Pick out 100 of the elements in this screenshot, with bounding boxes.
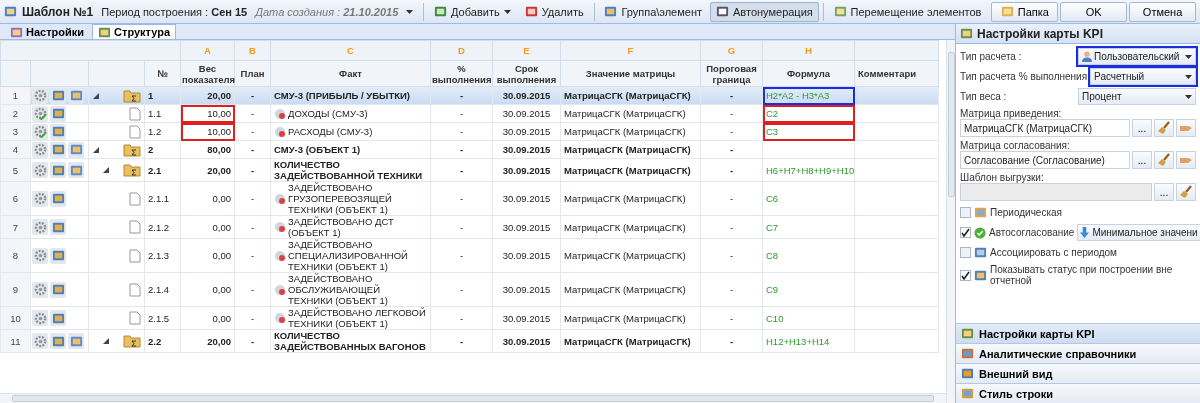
accordion-header[interactable]: Аналитические справочники <box>956 343 1200 363</box>
settings-button[interactable] <box>32 162 48 178</box>
toolbar-button[interactable]: Добавить <box>428 1 517 22</box>
settings-button[interactable] <box>32 247 48 264</box>
toolbar-button[interactable]: Перемещение элементов <box>827 1 988 22</box>
fact-cell: ЗАДЕЙСТВОВАНО ЛЕГКОВОЙ ТЕХНИКИ (ОБЪЕКТ 1) <box>288 307 427 329</box>
table-row[interactable]: 11 2.2 20,00 - КОЛИЧЕСТВО ЗАДЕЙСТВОВАННЫХ ВАГОНОВ - 30.09.2015 МатрицаСГК (МатрицаСГК) - H12+H13+H14 <box>0 329 939 353</box>
matrix-cell: МатрицаСГК (МатрицаСГК) <box>560 104 701 123</box>
settings-button[interactable] <box>32 123 48 140</box>
formula-cell: H6+H7+H8+H9+H10 <box>762 158 855 182</box>
field-label: Тип расчета : <box>960 51 1022 62</box>
toolbar-button[interactable]: Группа\элемент <box>598 1 709 22</box>
fact-cell-text: ЗАДЕЙСТВОВАНО ОБСЛУЖИВАЮЩЕЙ ТЕХНИКИ (ОБЪЕКТ 1) <box>288 273 389 306</box>
checkbox[interactable] <box>960 227 971 238</box>
settings-button[interactable] <box>32 105 48 122</box>
percent-cell: - <box>430 329 493 353</box>
clear-button[interactable] <box>1154 119 1174 137</box>
row-number: 7 <box>0 215 31 239</box>
panel-title: Настройки карты KPI <box>977 26 1103 41</box>
due-date-cell: 30.09.2015 <box>492 122 561 141</box>
due-date-cell: 30.09.2015 <box>492 158 561 182</box>
input-field[interactable]: Согласование (Согласование) <box>960 151 1130 169</box>
browse-button[interactable]: ... <box>1132 151 1152 169</box>
action-button[interactable]: OK <box>1060 1 1128 22</box>
plan-cell: - <box>234 272 271 307</box>
threshold-cell: - <box>700 215 763 239</box>
gear-icon <box>33 192 47 205</box>
matrix-cell: МатрицаСГК (МатрицаСГК) <box>560 122 701 141</box>
option-label: Автосогласование <box>989 227 1075 238</box>
column-header[interactable]: Значение матрицы <box>560 60 701 87</box>
gear-icon <box>33 220 47 234</box>
expand-arrow-icon[interactable] <box>92 145 100 154</box>
table-row[interactable]: 7 2.1.2 0,00 - ЗАДЕЙСТВОВАНО ДСТ (ОБЪЕКТ 1) - 30.09.2015 МатрицаСГК (МатрицаСГК) - C7 <box>0 215 939 239</box>
threshold-cell: - <box>700 329 763 353</box>
toolbar-button[interactable]: Удалить <box>518 1 590 22</box>
fact-cell: ДОХОДЫ (СМУ-3) <box>288 108 368 119</box>
select-field[interactable]: Процент <box>1078 88 1196 105</box>
settings-button[interactable] <box>32 141 48 158</box>
toolbar-button[interactable]: Автонумерация <box>710 1 819 22</box>
check-circle-icon <box>974 226 986 239</box>
action-button[interactable]: Папка <box>991 1 1059 22</box>
settings-button[interactable] <box>32 310 48 326</box>
matrix-cell: МатрицаСГК (МатрицаСГК) <box>560 86 701 105</box>
table-row[interactable]: 5 2.1 20,00 - КОЛИЧЕСТВО ЗАДЕЙСТВОВАННОЙ ТЕХНИКИ - 30.09.2015 МатрицаСГК (МатрицаСГК) - H6+H7+H8+H9+H10 <box>0 158 939 182</box>
matrix-cell: МатрицаСГК (МатрицаСГК) <box>560 158 701 182</box>
percent-cell: - <box>430 272 493 307</box>
number-cell: 1 <box>144 86 181 105</box>
table-row[interactable]: 6 2.1.1 0,00 - ЗАДЕЙСТВОВАНО ГРУЗОПЕРЕВОЗЯЩЕЙ ТЕХНИКИ (ОБЪЕКТ 1) - 30.09.2015 МатрицаСГК (МатрицаСГК) - C6 <box>0 181 939 216</box>
settings-button[interactable] <box>32 219 48 235</box>
indicator-icon <box>274 283 286 296</box>
expand-arrow-icon[interactable] <box>102 166 110 174</box>
plan-cell: - <box>234 329 271 353</box>
weight-cell: 0,00 <box>180 272 235 307</box>
column-letter: A <box>204 45 211 56</box>
expand-arrow-icon[interactable] <box>102 337 110 345</box>
select-field[interactable]: Пользовательский <box>1078 48 1196 65</box>
table-row[interactable]: 10 2.1.5 0,00 - ЗАДЕЙСТВОВАНО ЛЕГКОВОЙ ТЕХНИКИ (ОБЪЕКТ 1) - 30.09.2015 МатрицаСГК (МатрицаСГК) - C10 <box>0 306 939 330</box>
action-button[interactable]: Отмена <box>1129 1 1196 22</box>
number-cell: 2.1.5 <box>144 306 181 330</box>
settings-button[interactable] <box>32 190 48 207</box>
formula-cell: C10 <box>762 306 855 330</box>
accordion-header[interactable]: Настройки карты KPI <box>956 323 1200 343</box>
browse-button[interactable]: ... <box>1132 119 1152 137</box>
threshold-cell: - <box>700 238 763 273</box>
select-field[interactable]: Расчетный <box>1090 68 1196 85</box>
percent-cell: - <box>430 86 493 105</box>
horizontal-scrollbar[interactable] <box>0 393 946 403</box>
clear-button[interactable] <box>1154 151 1174 169</box>
select-field[interactable]: Минимальное значени <box>1077 224 1200 241</box>
settings-button[interactable] <box>32 281 48 298</box>
option-label: Показывать статус при построении вне отчетной <box>990 264 1174 286</box>
vertical-scrollbar[interactable] <box>946 40 955 403</box>
table-row[interactable]: 8 2.1.3 0,00 - ЗАДЕЙСТВОВАНО СПЕЦИАЛИЗИРОВАННОЙ ТЕХНИКИ (ОБЪЕКТ 1) - 30.09.2015 МатрицаСГК (МатрицаСГК) - C8 <box>0 238 939 273</box>
accordion-header[interactable]: Стиль строки <box>956 383 1200 403</box>
caret-icon <box>1185 54 1192 59</box>
percent-cell: - <box>430 181 493 216</box>
field-label: Матрица согласования: <box>960 140 1070 151</box>
tab[interactable]: Структура <box>92 24 177 39</box>
settings-button[interactable] <box>32 333 48 349</box>
column-header[interactable]: Формула <box>762 60 855 87</box>
gear-icon <box>33 143 47 156</box>
column-header[interactable]: Комментари <box>854 60 939 87</box>
checkbox[interactable] <box>960 207 971 218</box>
due-date-cell: 30.09.2015 <box>492 104 561 123</box>
settings-button[interactable] <box>32 87 48 104</box>
clear-button[interactable] <box>1176 183 1196 201</box>
input-field[interactable]: МатрицаСГК (МатрицаСГК) <box>960 119 1130 137</box>
checkbox[interactable] <box>960 269 971 281</box>
number-cell: 2 <box>144 140 181 159</box>
accordion-header[interactable]: Внешний вид <box>956 363 1200 383</box>
table-row[interactable]: 9 2.1.4 0,00 - ЗАДЕЙСТВОВАНО ОБСЛУЖИВАЮЩЕЙ ТЕХНИКИ (ОБЪЕКТ 1) - 30.09.2015 МатрицаСГК (МатрицаСГК) - C9 <box>0 272 939 307</box>
matrix-cell: МатрицаСГК (МатрицаСГК) <box>560 140 701 159</box>
column-header[interactable]: Срок выполнения <box>492 60 561 87</box>
expand-arrow-icon[interactable] <box>92 91 100 100</box>
gear-icon <box>33 283 47 296</box>
weight-cell: 0,00 <box>180 306 235 330</box>
checkbox[interactable] <box>960 247 971 258</box>
column-header[interactable]: Факт <box>270 60 431 87</box>
threshold-cell: - <box>700 181 763 216</box>
tab[interactable]: Настройки <box>4 24 91 39</box>
